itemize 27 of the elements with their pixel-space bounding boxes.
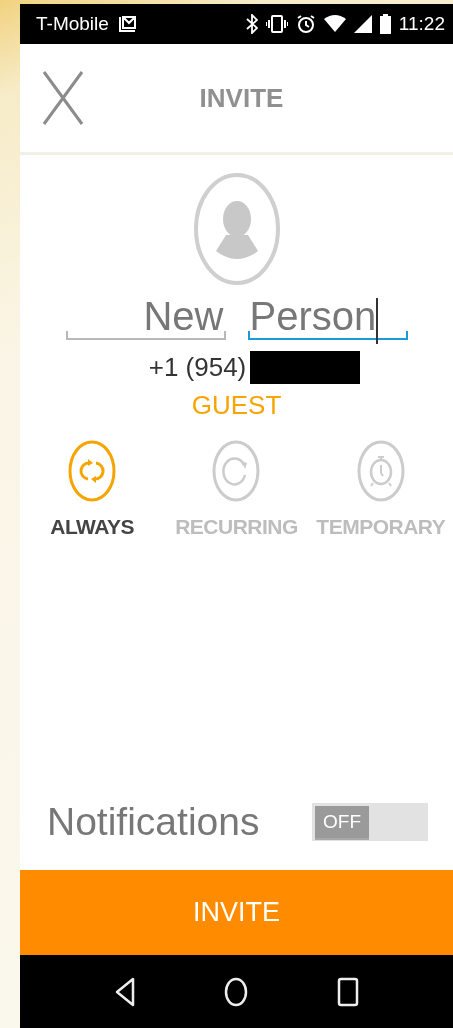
screen-title: INVITE [198, 82, 285, 114]
avatar-icon [193, 173, 280, 285]
bluetooth-icon [245, 14, 258, 34]
repeat-icon [68, 439, 117, 503]
access-mode-option[interactable]: TEMPORARY [308, 439, 453, 539]
close-button[interactable] [42, 70, 84, 126]
mail-icon [116, 15, 137, 33]
role-label: GUEST [191, 390, 282, 421]
notifications-toggle[interactable]: OFF [312, 803, 428, 841]
battery-icon [379, 14, 391, 34]
vibrate-icon [265, 14, 288, 34]
access-mode-option[interactable]: ALWAYS [20, 439, 165, 539]
access-mode-option[interactable]: RECURRING [164, 439, 309, 539]
text-cursor [376, 298, 379, 344]
alarm-icon [295, 14, 316, 34]
stopwatch-icon [356, 439, 405, 503]
clock-time: 11:22 [398, 13, 445, 35]
back-icon[interactable] [114, 976, 135, 1007]
invite-button[interactable]: INVITE [20, 870, 453, 955]
wifi-icon [323, 15, 346, 33]
carrier-name: T-Mobile [36, 13, 109, 35]
refresh-icon [212, 439, 261, 503]
home-icon[interactable] [223, 976, 248, 1007]
signal-icon [353, 15, 372, 33]
phone-number: +1 (954) [148, 351, 247, 383]
recent-apps-icon[interactable] [336, 976, 359, 1007]
notifications-label: Notifications [47, 800, 261, 844]
